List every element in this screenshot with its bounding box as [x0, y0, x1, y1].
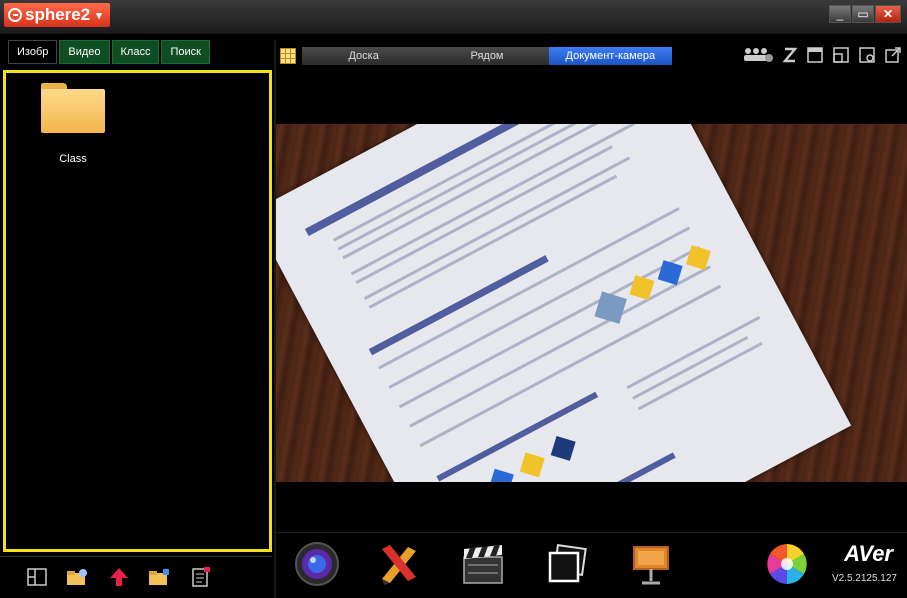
mode-board[interactable]: Доска	[302, 47, 425, 65]
tab-video[interactable]: Видео	[59, 40, 110, 64]
chevron-down-icon: ▾	[96, 9, 102, 22]
restore-button[interactable]: ▭	[852, 5, 874, 23]
capture-icon[interactable]	[859, 46, 875, 64]
import-folder-icon[interactable]	[148, 567, 170, 587]
split-icon[interactable]	[833, 46, 849, 64]
file-browser-panel: Class	[3, 70, 272, 552]
camera-lens-icon[interactable]	[294, 541, 340, 587]
file-browser-toolbar	[0, 556, 272, 598]
close-button[interactable]: ✕	[875, 5, 901, 23]
view-tools	[743, 46, 901, 64]
tab-class[interactable]: Класс	[111, 40, 160, 64]
mode-side-by-side[interactable]: Рядом	[425, 47, 548, 65]
new-folder-icon[interactable]	[66, 567, 88, 587]
folder-label: Class	[59, 153, 87, 165]
folder-icon	[41, 83, 105, 133]
annotation-pencil-icon[interactable]	[376, 541, 422, 587]
sleep-icon[interactable]	[783, 46, 797, 64]
tools-bar: AVer V2.5.2125.127	[276, 532, 907, 598]
properties-icon[interactable]	[190, 567, 212, 587]
aver-logo: AVer	[844, 541, 893, 566]
view-toolbar: Доска Рядом Документ-камера	[276, 40, 907, 70]
window-controls: _ ▭ ✕	[829, 5, 901, 23]
sphere-logo-icon	[8, 8, 22, 22]
mode-document-camera[interactable]: Документ-камера	[548, 47, 672, 65]
grid-menu-icon[interactable]	[280, 48, 296, 64]
snapshot-frames-icon[interactable]	[544, 541, 590, 587]
users-icon[interactable]	[743, 46, 773, 64]
tab-images[interactable]: Изобр	[8, 40, 58, 64]
projector-icon[interactable]	[628, 541, 674, 587]
up-arrow-icon[interactable]	[108, 567, 130, 587]
title-bar: sphere2 ▾ _ ▭ ✕	[0, 0, 907, 34]
window-icon[interactable]	[807, 46, 823, 64]
clapperboard-icon[interactable]	[460, 541, 506, 587]
mode-selector: Доска Рядом Документ-камера	[302, 47, 672, 65]
folder-item[interactable]: Class	[36, 81, 110, 171]
app-name: sphere2	[25, 5, 91, 24]
popout-icon[interactable]	[885, 46, 901, 64]
version-label: V2.5.2125.127	[831, 573, 897, 584]
minimize-button[interactable]: _	[829, 5, 851, 23]
panel-toggle-icon[interactable]	[26, 567, 48, 587]
tab-search[interactable]: Поиск	[161, 40, 210, 64]
color-wheel-icon[interactable]	[764, 541, 810, 587]
library-tabs: Изобр Видео Класс Поиск	[8, 40, 210, 64]
app-menu-button[interactable]: sphere2 ▾	[4, 3, 110, 27]
document-camera-view[interactable]	[276, 124, 907, 482]
